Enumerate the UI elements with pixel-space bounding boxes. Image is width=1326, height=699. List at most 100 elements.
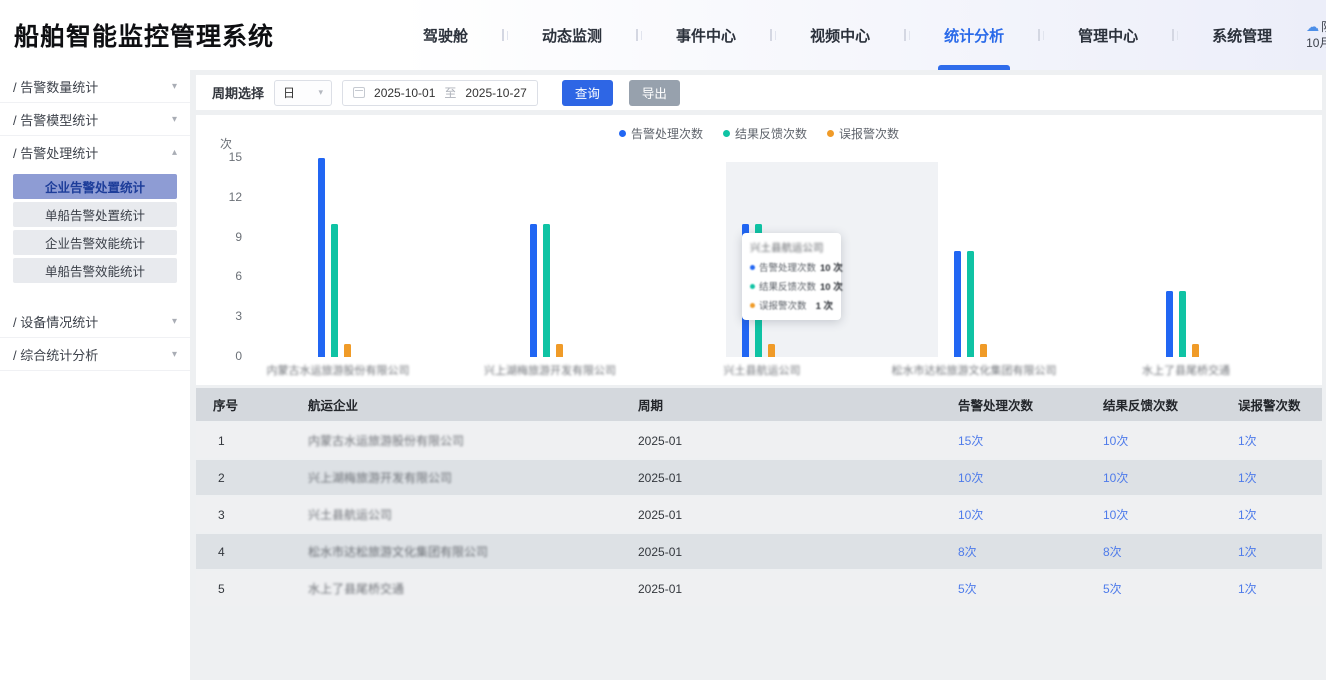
- sidebar-group-comprehensive-analysis: / 综合统计分析▾: [0, 338, 190, 371]
- sidebar-group-alarm-model-stats: / 告警模型统计▾: [0, 103, 190, 136]
- cell-period: 2025-01: [636, 508, 956, 522]
- legend-item-handled[interactable]: 告警处理次数: [619, 125, 703, 142]
- cell-period: 2025-01: [636, 471, 956, 485]
- tooltip-title: 兴土县航运公司: [750, 240, 833, 255]
- table-row: 2兴上湖梅旅游开发有限公司2025-0110次10次1次: [196, 460, 1322, 495]
- sidebar-group-label: / 告警处理统计: [13, 143, 98, 162]
- legend-dot-icon: [827, 130, 834, 137]
- cell-company: 兴上湖梅旅游开发有限公司: [306, 469, 636, 486]
- x-axis-label: 内蒙古水运旅游股份有限公司: [248, 362, 428, 378]
- weather-temp: 阴7°C: [1321, 20, 1326, 34]
- cloud-icon: ☁: [1306, 19, 1319, 34]
- cell-false_alarm[interactable]: 1次: [1236, 432, 1322, 449]
- bar-false_alarm[interactable]: [556, 344, 563, 357]
- cell-handled[interactable]: 5次: [956, 580, 1101, 597]
- bar-feedback[interactable]: [543, 224, 550, 357]
- legend-label: 结果反馈次数: [735, 125, 807, 142]
- bar-feedback[interactable]: [1179, 291, 1186, 357]
- header-right: ☁阴7°C 10月27日 管理员: [1306, 19, 1326, 51]
- nav-item-cockpit[interactable]: 驾驶舱: [389, 0, 502, 70]
- sidebar-item-enterprise-alarm-efficiency-stats[interactable]: 企业告警效能统计: [13, 230, 177, 255]
- y-axis-tick: 0: [196, 349, 242, 363]
- bar-false_alarm[interactable]: [1192, 344, 1199, 357]
- bar-handled[interactable]: [1166, 291, 1173, 357]
- cell-handled[interactable]: 15次: [956, 432, 1101, 449]
- cell-index: 2: [196, 471, 306, 485]
- nav-item-video-center[interactable]: 视频中心: [776, 0, 904, 70]
- cell-feedback[interactable]: 8次: [1101, 543, 1236, 560]
- cell-feedback[interactable]: 10次: [1101, 506, 1236, 523]
- cell-feedback[interactable]: 5次: [1101, 580, 1236, 597]
- chevron-down-icon: ▾: [172, 349, 177, 360]
- nav-item-statistics-analysis[interactable]: 统计分析: [910, 0, 1038, 70]
- legend-item-false_alarm[interactable]: 误报警次数: [827, 125, 899, 142]
- chevron-down-icon: ▾: [172, 81, 177, 92]
- bar-false_alarm[interactable]: [344, 344, 351, 357]
- legend-item-feedback[interactable]: 结果反馈次数: [723, 125, 807, 142]
- chevron-down-icon: ▾: [172, 316, 177, 327]
- sidebar-group-header-alarm-handling-stats[interactable]: / 告警处理统计 ▴: [13, 136, 177, 168]
- tooltip-row: 告警处理次数10 次: [750, 260, 833, 274]
- nav-item-dynamic-monitoring[interactable]: 动态监测: [508, 0, 636, 70]
- y-axis-tick: 9: [196, 230, 242, 244]
- sidebar-group-header-comprehensive-analysis[interactable]: / 综合统计分析▾: [13, 338, 177, 370]
- x-axis-label: 松水市达松旅游文化集团有限公司: [884, 362, 1064, 378]
- cell-company: 松水市达松旅游文化集团有限公司: [306, 543, 636, 560]
- chevron-up-icon: ▴: [172, 147, 177, 158]
- cell-period: 2025-01: [636, 582, 956, 596]
- tooltip-value: 1 次: [816, 298, 833, 312]
- date-range-picker[interactable]: 2025-10-01 至 2025-10-27: [342, 80, 538, 106]
- period-select[interactable]: 日 ▾: [274, 80, 332, 106]
- cell-feedback[interactable]: 10次: [1101, 432, 1236, 449]
- tooltip-dot-icon: [750, 284, 755, 289]
- nav-item-management-center[interactable]: 管理中心: [1044, 0, 1172, 70]
- cell-feedback[interactable]: 10次: [1101, 469, 1236, 486]
- y-axis-tick: 15: [196, 150, 242, 164]
- cell-index: 4: [196, 545, 306, 559]
- date-start-value[interactable]: 2025-10-01: [374, 86, 435, 100]
- cell-handled[interactable]: 8次: [956, 543, 1101, 560]
- bar-feedback[interactable]: [967, 251, 974, 357]
- sidebar-group-label: / 设备情况统计: [13, 312, 98, 331]
- sidebar-submenu: 企业告警处置统计单船告警处置统计企业告警效能统计单船告警效能统计: [13, 168, 177, 295]
- date-end-value[interactable]: 2025-10-27: [465, 86, 526, 100]
- bar-handled[interactable]: [318, 158, 325, 357]
- sidebar-group-header-alarm-count-stats[interactable]: / 告警数量统计▾: [13, 70, 177, 102]
- sidebar: / 告警数量统计▾/ 告警模型统计▾ / 告警处理统计 ▴ 企业告警处置统计单船告警处…: [0, 70, 190, 680]
- cell-handled[interactable]: 10次: [956, 506, 1101, 523]
- cell-false_alarm[interactable]: 1次: [1236, 543, 1322, 560]
- enterprise-alarm-table: 序号航运企业周期告警处理次数结果反馈次数误报警次数 1内蒙古水运旅游股份有限公司…: [196, 388, 1322, 608]
- cell-false_alarm[interactable]: 1次: [1236, 506, 1322, 523]
- legend-dot-icon: [619, 130, 626, 137]
- weather-widget: ☁阴7°C 10月27日: [1306, 19, 1326, 51]
- x-axis-label: 兴上湖梅旅游开发有限公司: [460, 362, 640, 378]
- bar-false_alarm[interactable]: [768, 344, 775, 357]
- tooltip-label: 告警处理次数: [759, 260, 816, 274]
- sidebar-item-ship-alarm-disposal-stats[interactable]: 单船告警处置统计: [13, 202, 177, 227]
- bar-handled[interactable]: [530, 224, 537, 357]
- sidebar-item-enterprise-alarm-disposal-stats[interactable]: 企业告警处置统计: [13, 174, 177, 199]
- tooltip-row: 结果反馈次数10 次: [750, 279, 833, 293]
- search-button[interactable]: 查询: [562, 80, 613, 106]
- weather-date: 10月27日: [1306, 35, 1326, 51]
- tooltip-label: 误报警次数: [759, 298, 807, 312]
- tooltip-row: 误报警次数 1 次: [750, 298, 833, 312]
- sidebar-group-header-device-status-stats[interactable]: / 设备情况统计 ▾: [13, 305, 177, 337]
- cell-handled[interactable]: 10次: [956, 469, 1101, 486]
- table-header-row: 序号航运企业周期告警处理次数结果反馈次数误报警次数: [196, 388, 1322, 421]
- period-select-value: 日: [283, 84, 295, 101]
- active-tab-underline: [938, 65, 1010, 70]
- nav-item-event-center[interactable]: 事件中心: [642, 0, 770, 70]
- sidebar-item-ship-alarm-efficiency-stats[interactable]: 单船告警效能统计: [13, 258, 177, 283]
- cell-index: 1: [196, 434, 306, 448]
- cell-false_alarm[interactable]: 1次: [1236, 580, 1322, 597]
- nav-item-system-management[interactable]: 系统管理: [1178, 0, 1306, 70]
- sidebar-group-header-alarm-model-stats[interactable]: / 告警模型统计▾: [13, 103, 177, 135]
- cell-false_alarm[interactable]: 1次: [1236, 469, 1322, 486]
- bar-false_alarm[interactable]: [980, 344, 987, 357]
- bar-chart: 告警处理次数结果反馈次数误报警次数 次 03691215内蒙古水运旅游股份有限公…: [196, 115, 1322, 385]
- bar-feedback[interactable]: [331, 224, 338, 357]
- column-header-index: 序号: [196, 395, 306, 414]
- export-button[interactable]: 导出: [629, 80, 680, 106]
- bar-handled[interactable]: [954, 251, 961, 357]
